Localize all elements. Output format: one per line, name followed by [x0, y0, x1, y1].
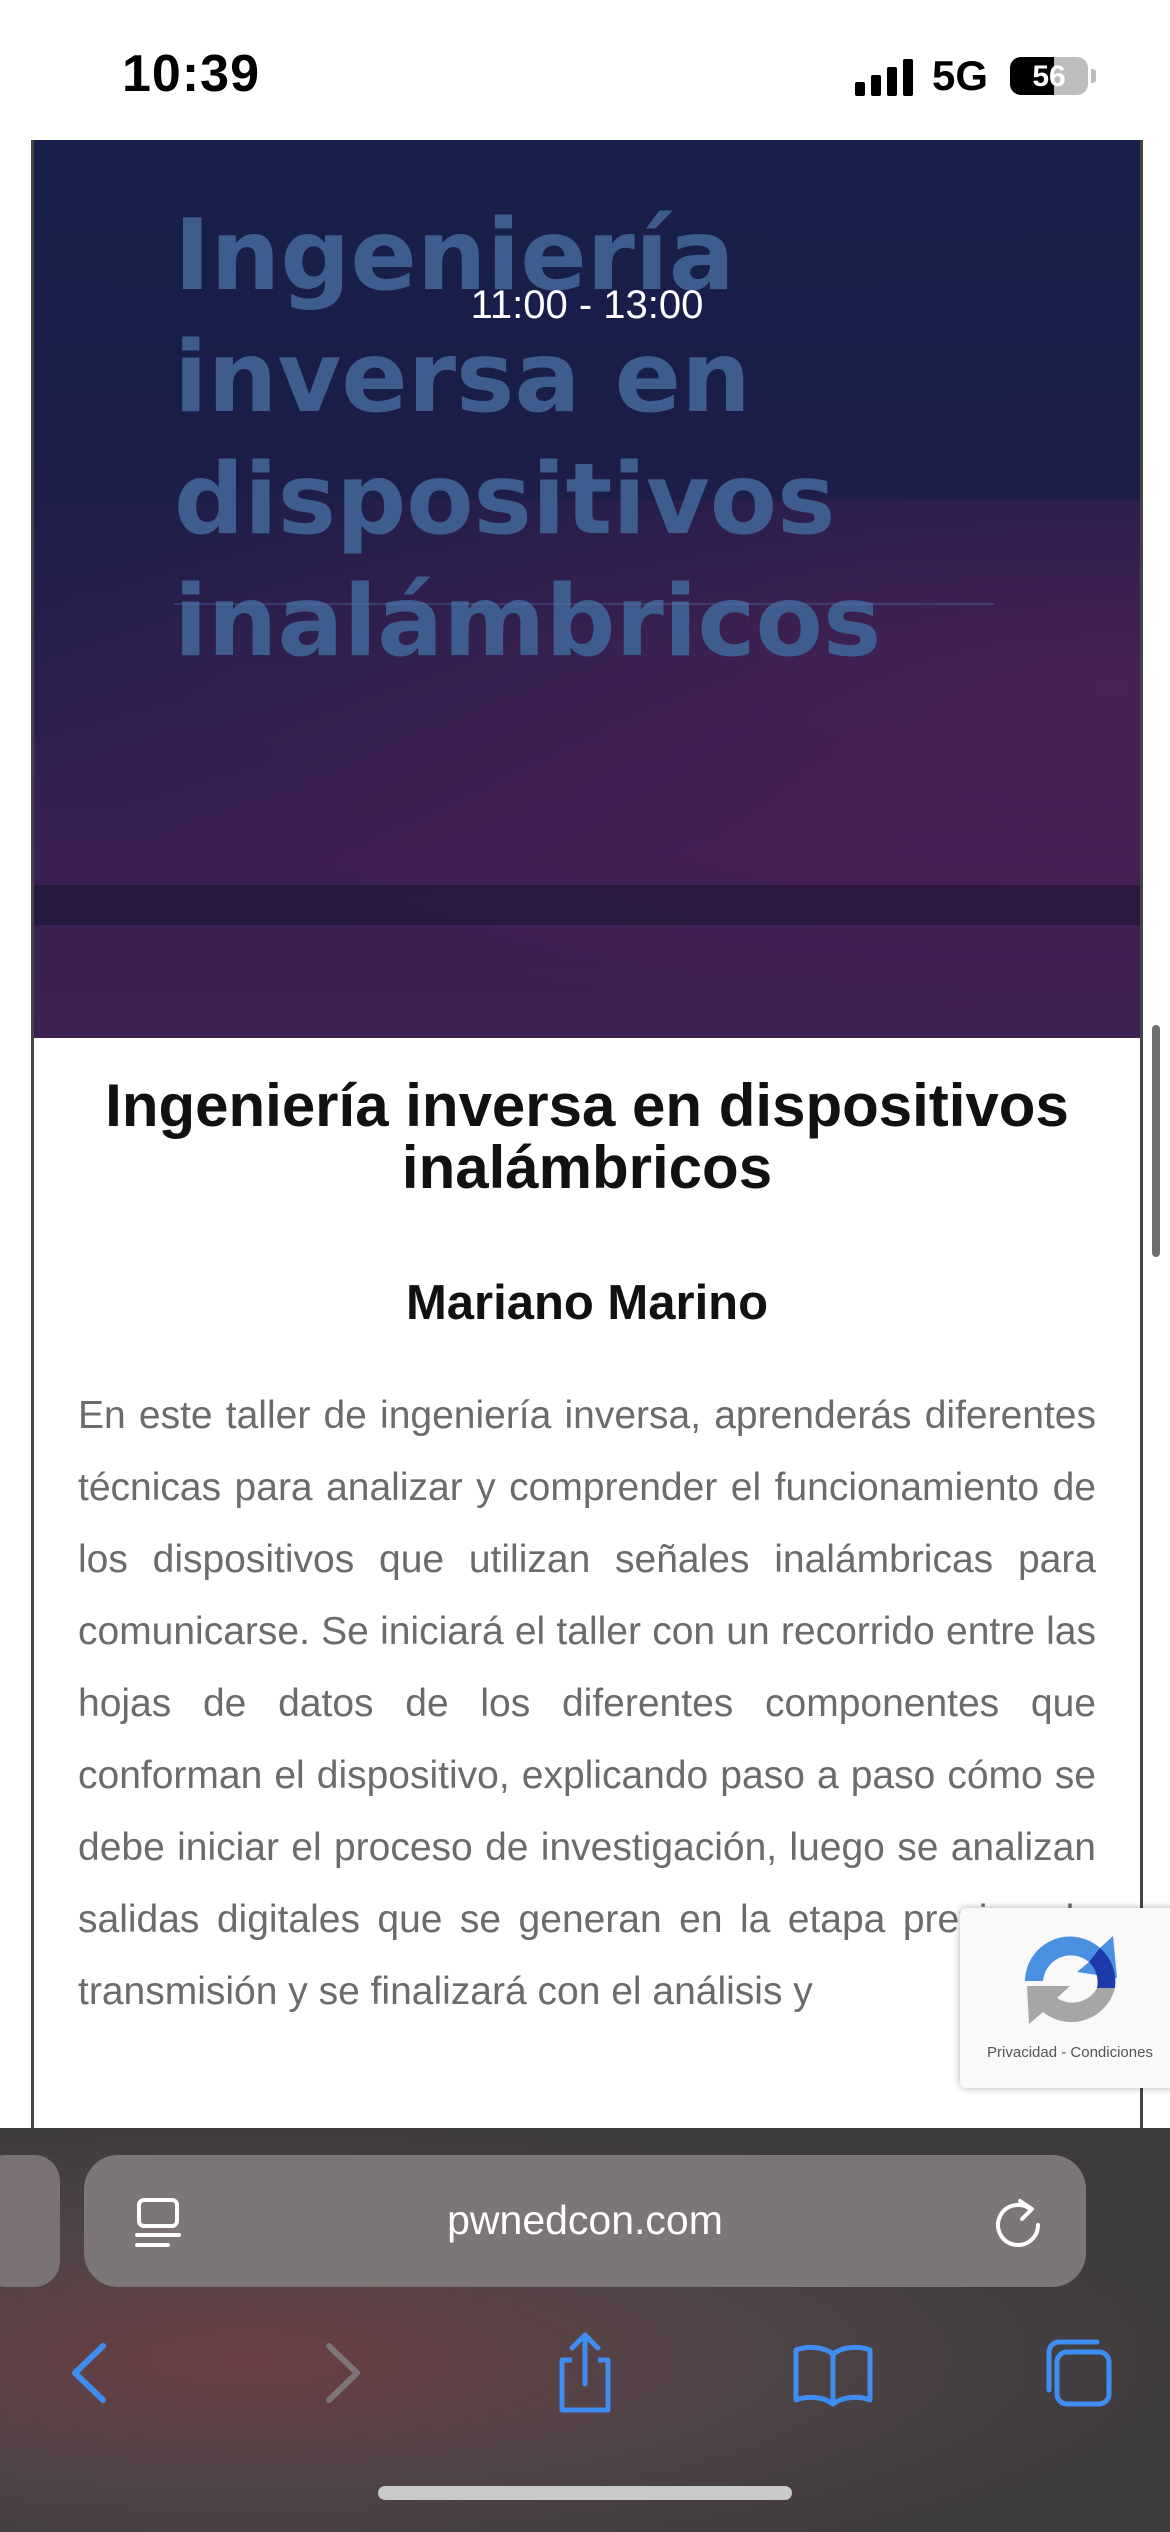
- battery-level: 56: [1032, 60, 1066, 93]
- recaptcha-privacy-link[interactable]: Privacidad: [987, 2044, 1057, 2061]
- previous-tab-preview[interactable]: [0, 2155, 60, 2287]
- recaptcha-badge[interactable]: Privacidad - Condiciones: [960, 1908, 1170, 2088]
- network-type: 5G: [932, 52, 989, 99]
- share-icon[interactable]: [540, 2328, 630, 2418]
- recaptcha-links: Privacidad - Condiciones: [960, 2044, 1170, 2061]
- scroll-indicator[interactable]: [1152, 1025, 1160, 1257]
- talk-card: Ingeniería inversa en dispositivos inalá…: [31, 140, 1143, 2440]
- battery-tip: [1091, 69, 1096, 83]
- recaptcha-icon: [1025, 1936, 1117, 2024]
- bookmarks-icon[interactable]: [788, 2328, 878, 2418]
- status-time: 10:39: [122, 45, 260, 103]
- banner-divider: [174, 603, 994, 605]
- talk-banner-image: Ingeniería inversa en dispositivos inalá…: [34, 140, 1140, 1038]
- talk-time: 11:00 - 13:00: [470, 283, 704, 327]
- battery-icon: 56: [1010, 57, 1088, 95]
- tabs-icon[interactable]: [1035, 2328, 1125, 2418]
- banner-stripe: [34, 885, 1140, 925]
- home-indicator[interactable]: [378, 2486, 792, 2500]
- back-icon[interactable]: [45, 2328, 135, 2418]
- talk-description: En este taller de ingeniería inversa, ap…: [78, 1394, 1096, 2013]
- banner-title: Ingeniería inversa en dispositivos inalá…: [174, 199, 882, 679]
- browser-toolbar: pwnedcon.com: [0, 2128, 1170, 2532]
- recaptcha-terms-link[interactable]: Condiciones: [1070, 2044, 1153, 2061]
- status-bar: 10:39 5G 56: [0, 0, 1170, 140]
- talk-title: Ingeniería inversa en dispositivos inalá…: [105, 1072, 1069, 1201]
- speaker-name: Mariano Marino: [405, 1276, 769, 1330]
- recaptcha-separator: -: [1061, 2044, 1067, 2061]
- reload-icon[interactable]: [992, 2195, 1044, 2249]
- address-bar[interactable]: pwnedcon.com: [84, 2155, 1086, 2287]
- forward-icon[interactable]: [295, 2328, 385, 2418]
- signal-icon: [855, 58, 915, 96]
- url-text[interactable]: pwnedcon.com: [84, 2197, 1086, 2244]
